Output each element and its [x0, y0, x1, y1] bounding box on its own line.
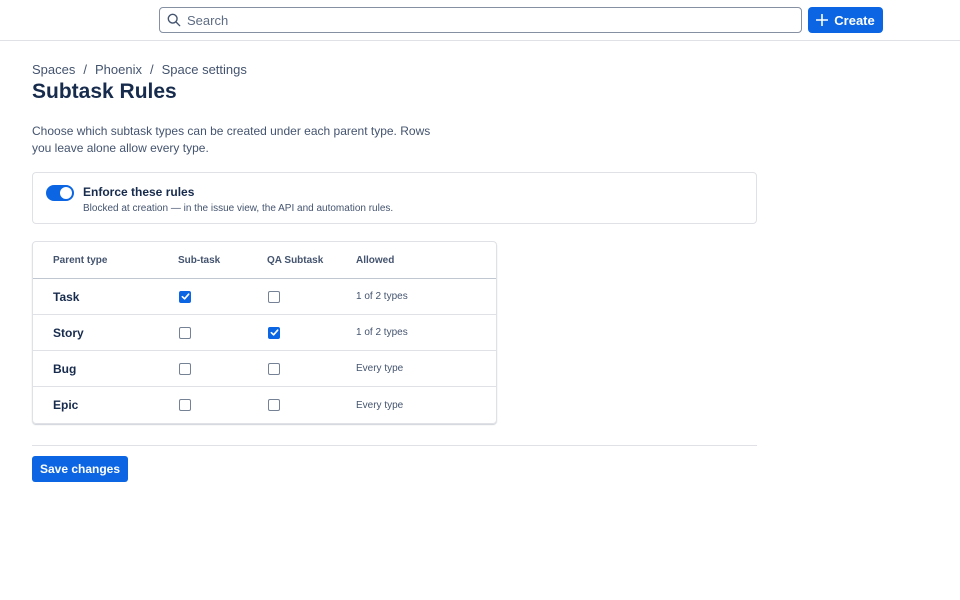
create-button[interactable]: Create — [808, 7, 883, 33]
sub-task-checkbox[interactable] — [179, 399, 191, 411]
allowed-summary: Every type — [356, 399, 404, 411]
allowed-summary: 1 of 2 types — [356, 327, 408, 338]
sub-task-checkbox[interactable] — [179, 362, 191, 375]
section-divider — [32, 445, 757, 446]
checkmark-icon — [270, 329, 278, 336]
breadcrumb: Spaces / Phoenix / Space settings — [32, 62, 247, 77]
column-header-sub-task: Sub-task — [178, 254, 221, 266]
enforce-rules-card: Enforce these rules Blocked at creation … — [32, 172, 757, 224]
breadcrumb-separator: / — [149, 62, 154, 77]
breadcrumb-item-phoenix[interactable]: Phoenix — [95, 62, 142, 77]
breadcrumb-separator: / — [83, 62, 87, 77]
subtask-rules-table: Parent type Sub-task QA Subtask Allowed … — [32, 241, 497, 424]
column-header-parent-type: Parent type — [53, 254, 108, 266]
plus-icon — [816, 14, 829, 26]
qa-subtask-checkbox[interactable] — [268, 326, 280, 339]
table-header-row: Parent type Sub-task QA Subtask Allowed — [33, 242, 496, 279]
page-description: Choose which subtask types can be create… — [32, 124, 431, 155]
column-header-qa-subtask: QA Subtask — [267, 254, 324, 266]
checkmark-icon — [181, 293, 189, 300]
search-field[interactable] — [159, 7, 802, 33]
create-button-label: Create — [834, 12, 875, 28]
top-navigation-bar: Create — [0, 0, 960, 41]
allowed-summary: 1 of 2 types — [356, 291, 408, 302]
save-changes-button[interactable]: Save changes — [32, 456, 128, 482]
column-header-allowed: Allowed — [356, 254, 395, 266]
table-row: Epic Every type — [33, 387, 496, 423]
search-input[interactable] — [187, 12, 787, 28]
table-row: Task 1 of 2 types — [33, 279, 496, 315]
breadcrumb-item-space-settings[interactable]: Space settings — [162, 62, 247, 77]
parent-type-label: Story — [53, 325, 84, 340]
sub-task-checkbox[interactable] — [179, 326, 191, 339]
enforce-rules-toggle[interactable] — [46, 185, 74, 201]
qa-subtask-checkbox[interactable] — [268, 362, 280, 375]
table-row: Bug Every type — [33, 351, 496, 387]
page-title: Subtask Rules — [32, 80, 177, 103]
toggle-knob — [60, 187, 72, 199]
allowed-summary: Every type — [356, 363, 404, 374]
breadcrumb-item-spaces[interactable]: Spaces — [32, 62, 75, 77]
parent-type-label: Task — [53, 289, 80, 304]
qa-subtask-checkbox[interactable] — [268, 290, 280, 303]
parent-type-label: Epic — [53, 398, 79, 412]
qa-subtask-checkbox[interactable] — [268, 399, 280, 411]
parent-type-label: Bug — [53, 361, 77, 376]
table-row: Story 1 of 2 types — [33, 315, 496, 351]
search-icon — [167, 13, 181, 27]
sub-task-checkbox[interactable] — [179, 290, 191, 303]
enforce-rules-subtitle: Blocked at creation — in the issue view,… — [83, 203, 394, 214]
enforce-rules-title: Enforce these rules — [83, 185, 195, 199]
